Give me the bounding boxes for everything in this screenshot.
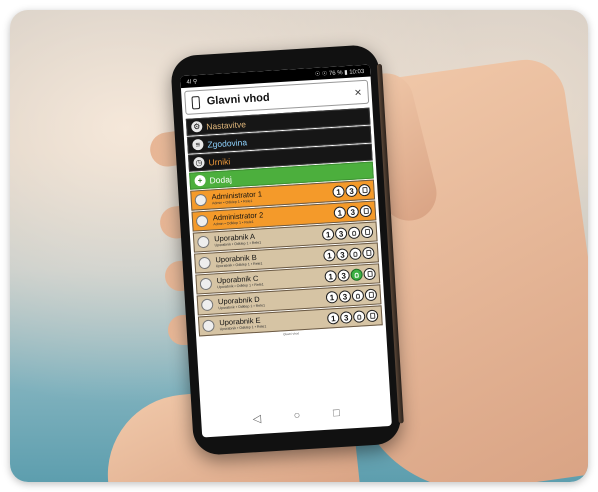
page-title: Glavni vhod <box>206 91 271 108</box>
user-actions: 13 <box>333 204 373 219</box>
user-avatar-icon <box>202 319 215 333</box>
phone-icon <box>191 95 201 109</box>
status-right: ☉ ☉ 76 % ▮ 10:03 <box>314 68 365 78</box>
user-avatar-icon <box>199 277 213 291</box>
relay-3-button[interactable]: 3 <box>337 269 351 282</box>
relay-1-button[interactable]: 1 <box>333 206 347 219</box>
smartphone: 4l ⚲ ☉ ☉ 76 % ▮ 10:03 Glavni vhod × ⚙ Na… <box>169 44 404 456</box>
menu-item-label: Zgodovina <box>207 136 248 150</box>
back-button[interactable]: ◁ <box>252 411 261 424</box>
user-avatar-icon <box>198 256 211 270</box>
relay-3-button[interactable]: 3 <box>334 227 348 240</box>
user-actions: 13 <box>325 288 378 304</box>
trash-icon[interactable] <box>363 267 376 281</box>
relay-1-button[interactable]: 1 <box>326 311 340 325</box>
user-text: Uporabnik B Uporabnik • Odklep 1 • Rele1 <box>215 249 324 269</box>
relay-1-button[interactable]: 1 <box>321 228 335 241</box>
menu-item-label: Urniki <box>208 155 231 168</box>
plus-icon: + <box>194 174 206 187</box>
relay-1-button[interactable]: 1 <box>325 290 339 304</box>
light-bulb-icon[interactable] <box>347 226 361 240</box>
user-actions: 13 <box>323 246 375 262</box>
user-actions: 13 <box>324 267 376 283</box>
trash-icon[interactable] <box>358 183 371 197</box>
status-left: 4l ⚲ <box>186 78 198 86</box>
user-text: Uporabnik D Uporabnik • Odklep 1 • Rele1 <box>218 291 327 311</box>
gear-icon: ⚙ <box>190 120 203 133</box>
light-bulb-icon[interactable] <box>352 310 366 324</box>
relay-3-button[interactable]: 3 <box>339 311 353 324</box>
home-button[interactable]: ○ <box>293 409 300 421</box>
phone-screen: 4l ⚲ ☉ ☉ 76 % ▮ 10:03 Glavni vhod × ⚙ Na… <box>180 64 392 438</box>
trash-icon[interactable] <box>359 204 373 218</box>
user-text: Uporabnik E Uporabnik • Odklep 1 • Rele1 <box>219 312 328 332</box>
relay-3-button[interactable]: 3 <box>345 184 358 198</box>
trash-icon[interactable] <box>360 225 374 239</box>
photo-frame: 4l ⚲ ☉ ☉ 76 % ▮ 10:03 Glavni vhod × ⚙ Na… <box>10 10 588 482</box>
user-text: Administrator 2 Admin • Odklep 1 • Rele1 <box>213 207 335 227</box>
user-avatar-icon <box>197 235 210 249</box>
user-avatar-icon <box>195 214 209 228</box>
user-text: Administrator 1 Admin • Odklep 1 • Rele1 <box>211 186 333 206</box>
recent-apps-button[interactable]: □ <box>333 407 340 419</box>
relay-1-button[interactable]: 1 <box>332 185 345 199</box>
user-actions: 13 <box>332 183 371 199</box>
relay-1-button[interactable]: 1 <box>324 269 338 283</box>
trash-icon[interactable] <box>365 309 379 323</box>
clock-icon: ◷ <box>193 156 205 169</box>
user-text: Uporabnik C Uporabnik • Odklep 1 • Rele1 <box>217 270 326 290</box>
light-bulb-icon[interactable] <box>351 289 365 303</box>
user-actions: 13 <box>321 225 374 241</box>
light-bulb-icon[interactable] <box>349 247 362 261</box>
trash-icon[interactable] <box>361 246 375 260</box>
user-actions: 13 <box>326 309 379 325</box>
user-avatar-icon <box>200 298 214 312</box>
relay-1-button[interactable]: 1 <box>323 249 336 262</box>
list-icon: ≡ <box>192 138 204 151</box>
close-button[interactable]: × <box>354 85 362 99</box>
user-list: Administrator 1 Admin • Odklep 1 • Rele1 1… <box>187 179 386 337</box>
relay-3-button[interactable]: 3 <box>336 248 349 261</box>
menu-item-label: Nastavitve <box>205 118 247 132</box>
user-avatar-icon <box>194 193 208 207</box>
relay-3-button[interactable]: 3 <box>346 205 360 219</box>
system-nav-bar: ◁ ○ □ <box>201 400 392 432</box>
light-bulb-icon[interactable] <box>350 268 363 282</box>
menu-item-label: Dodaj <box>209 173 233 186</box>
relay-3-button[interactable]: 3 <box>338 290 352 303</box>
trash-icon[interactable] <box>364 288 378 302</box>
user-text: Uporabnik A Uporabnik • Odklep 1 • Rele1 <box>214 228 323 248</box>
